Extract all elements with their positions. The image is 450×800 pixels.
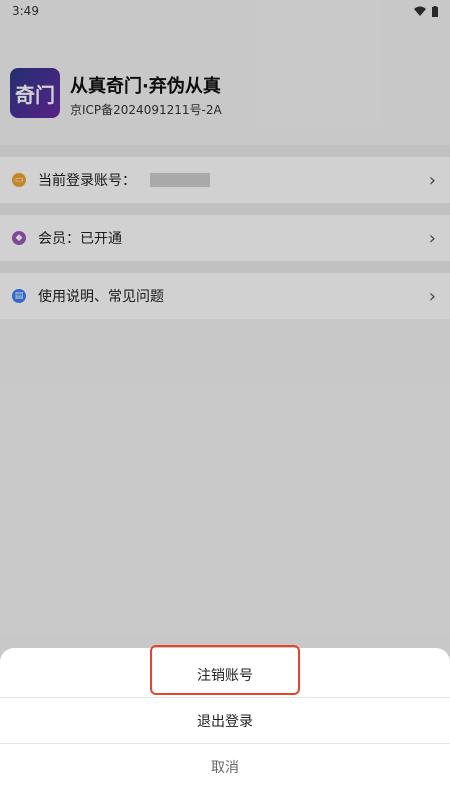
logout-button[interactable]: 退出登录 [0,698,450,744]
cancel-button[interactable]: 取消 [0,744,450,790]
highlight-box [150,645,300,695]
